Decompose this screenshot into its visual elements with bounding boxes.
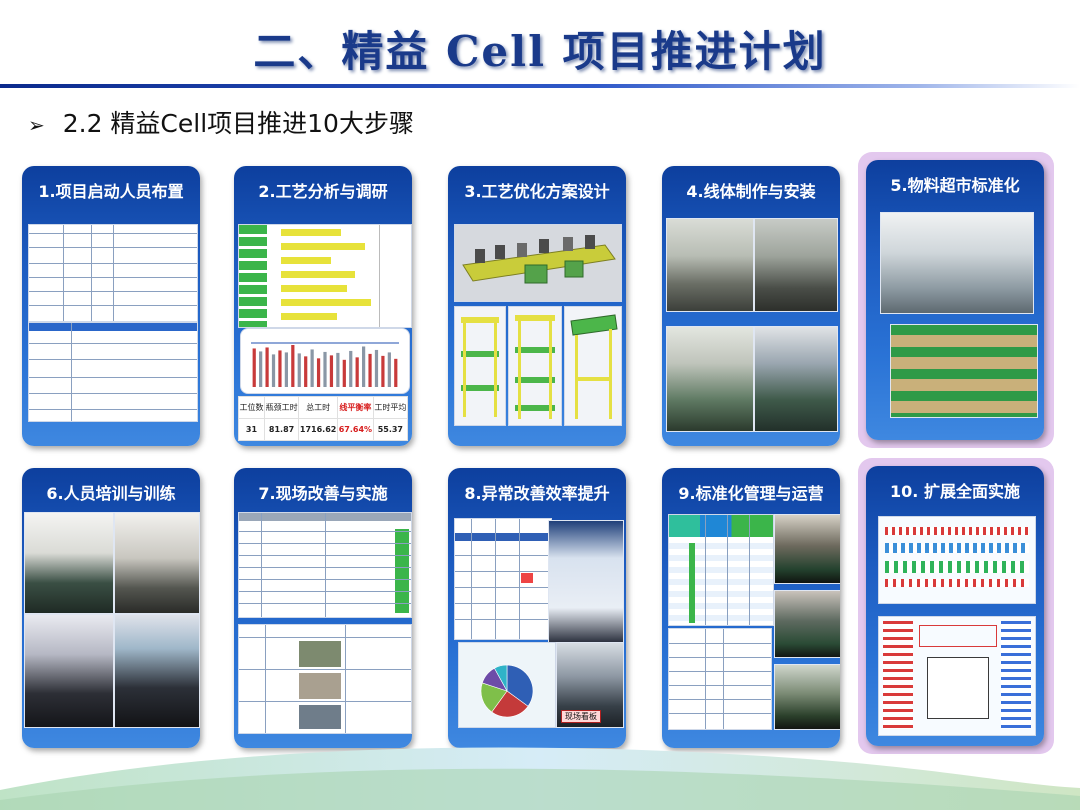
bar — [291, 345, 295, 387]
bar — [368, 353, 372, 387]
bar — [329, 355, 334, 387]
assembly-line-3d-icon — [462, 235, 616, 284]
step-card-2[interactable]: 2.工艺分析与调研 工位数 瓶颈工时 总工时 线平衡率 工时平均 31 81.8… — [234, 166, 412, 446]
process-analysis-table — [238, 224, 412, 328]
workstation-rack-icon — [461, 317, 499, 417]
team-meeting-photo: 现场看板 — [556, 642, 624, 728]
line-balance-kpi: 工位数 瓶颈工时 总工时 线平衡率 工时平均 31 81.87 1716.62 … — [238, 396, 409, 441]
arrow-bullet-icon: ➢ — [28, 113, 45, 137]
bar — [259, 351, 263, 387]
bar — [310, 349, 314, 387]
kpi-header: 瓶颈工时 — [263, 396, 300, 419]
improvement-list-table — [238, 512, 412, 618]
bar — [271, 354, 276, 387]
plant-layout-bottom — [878, 616, 1036, 736]
bar — [336, 352, 340, 387]
kpi-value: 1716.62 — [298, 418, 339, 441]
kpi-value: 31 — [238, 418, 265, 441]
step-card-6[interactable]: 6.人员培训与训练 — [22, 468, 200, 748]
bar — [252, 348, 256, 387]
cycle-time-bar-chart — [240, 328, 410, 394]
page-title: 二、精益 Cell 项目推进计划 — [253, 27, 827, 76]
bar — [355, 357, 359, 387]
bar — [297, 353, 301, 387]
standard-matrix-table — [668, 514, 774, 626]
bar — [381, 355, 385, 387]
material-shelf-photo — [880, 212, 1034, 314]
bar — [265, 347, 269, 387]
step-card-3[interactable]: 3.工艺优化方案设计 — [448, 166, 626, 446]
bar — [362, 346, 366, 387]
board-sign: 现场看板 — [561, 710, 601, 723]
org-table — [28, 224, 198, 322]
step-title: 6.人员培训与训练 — [46, 484, 176, 503]
step-title: 7.现场改善与实施 — [258, 484, 388, 503]
operation-checklist — [668, 628, 772, 730]
step-title: 9.标准化管理与运营 — [678, 484, 824, 503]
line-build-photo — [666, 218, 754, 312]
abnormal-pie-chart — [458, 642, 556, 728]
kpi-value: 55.37 — [372, 418, 409, 441]
step-title: 8.异常改善效率提升 — [464, 484, 610, 503]
operator-photo — [774, 514, 840, 584]
line-build-photo — [754, 218, 838, 312]
abnormal-tracking-table — [454, 518, 552, 640]
kpi-value: 81.87 — [263, 418, 300, 441]
bar — [316, 358, 321, 387]
training-photo — [114, 614, 200, 728]
workstation-rack-icon — [515, 315, 555, 419]
step-title: 5.物料超市标准化 — [890, 176, 1020, 195]
rack-render-3 — [564, 306, 622, 426]
bar — [349, 350, 353, 387]
bar-chart-svg — [251, 342, 399, 387]
step-card-1[interactable]: 1.项目启动人员布置 — [22, 166, 200, 446]
step-card-7[interactable]: 7.现场改善与实施 — [234, 468, 412, 748]
section-subtitle: ➢ 2.2 精益Cell项目推进10大步骤 — [28, 104, 414, 140]
bar — [342, 359, 346, 387]
training-photo — [114, 512, 200, 614]
kpi-header: 线平衡率 — [337, 396, 374, 419]
bar — [284, 352, 288, 387]
kpi-header: 总工时 — [298, 396, 339, 419]
bar — [387, 352, 391, 387]
line-install-photo — [754, 326, 838, 432]
step-card-9[interactable]: 9.标准化管理与运营 — [662, 468, 840, 748]
subtitle-text: 2.2 精益Cell项目推进10大步骤 — [62, 109, 414, 138]
plant-layout-top — [878, 516, 1036, 604]
kpi-header: 工时平均 — [372, 396, 409, 419]
kpi-value: 67.64% — [337, 418, 374, 441]
step-card-5[interactable]: 5.物料超市标准化 — [866, 160, 1044, 440]
operator-photo — [774, 664, 840, 730]
kpi-header: 工位数 — [238, 396, 265, 419]
rack-render-1 — [454, 306, 506, 426]
operator-photo — [774, 590, 840, 658]
step-card-10[interactable]: 10. 扩展全面实施 — [866, 466, 1044, 746]
bar — [304, 356, 308, 387]
training-photo — [24, 614, 114, 728]
kanban-board-photo — [548, 520, 624, 646]
role-table — [28, 322, 198, 422]
bottom-wave-decoration — [0, 747, 1080, 810]
rack-render-2 — [508, 306, 562, 426]
step-title: 3.工艺优化方案设计 — [464, 182, 610, 201]
bar — [323, 351, 327, 387]
line-install-photo — [666, 326, 754, 432]
bar — [278, 350, 282, 387]
material-rack-photo — [890, 324, 1038, 418]
bar — [394, 358, 398, 387]
workstation-rack-icon — [570, 314, 618, 419]
step-card-8[interactable]: 8.异常改善效率提升 现场看板 — [448, 468, 626, 748]
step-card-4[interactable]: 4.线体制作与安装 — [662, 166, 840, 446]
step-title: 10. 扩展全面实施 — [890, 482, 1020, 501]
bar — [374, 349, 379, 387]
line-layout-render — [454, 224, 622, 302]
improvement-photo-report — [238, 624, 412, 734]
step-title: 2.工艺分析与调研 — [258, 182, 388, 201]
pie-chart-svg — [480, 664, 534, 718]
step-title: 1.项目启动人员布置 — [38, 182, 184, 201]
step-title: 4.线体制作与安装 — [686, 182, 816, 201]
training-photo — [24, 512, 114, 614]
title-underline — [0, 84, 1080, 88]
